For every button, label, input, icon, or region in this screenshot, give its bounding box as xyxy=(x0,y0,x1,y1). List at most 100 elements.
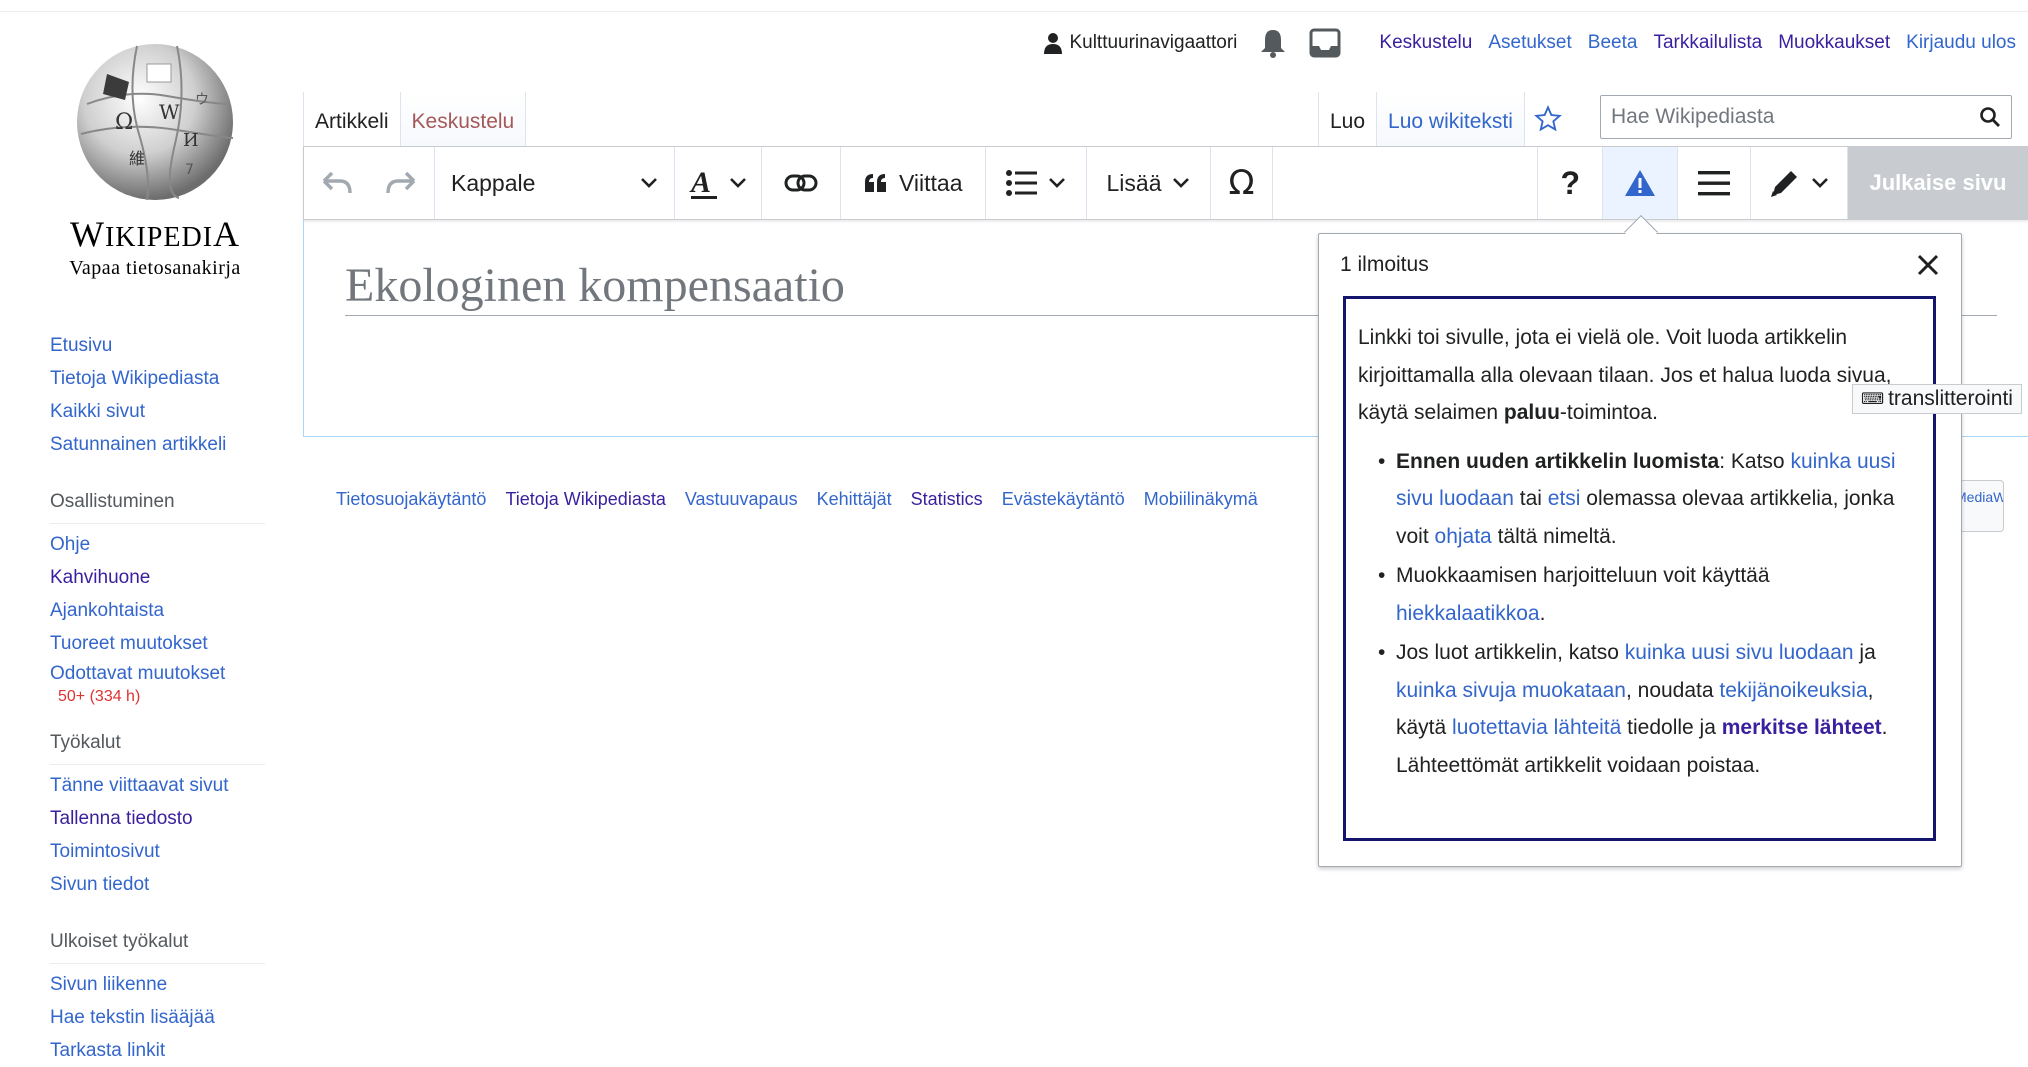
username: Kulttuurinavigaattori xyxy=(1069,32,1238,53)
sidebar-item-find-text-author[interactable]: Hae tekstin lisääjää xyxy=(50,1001,270,1034)
link-search[interactable]: etsi xyxy=(1548,487,1581,510)
notifications-bell-icon[interactable] xyxy=(1259,28,1287,58)
format-dropdown[interactable]: Kappale xyxy=(435,147,675,219)
search-input[interactable]: Hae Wikipediasta xyxy=(1600,95,2012,139)
footer-links: Tietosuojakäytäntö Tietoja Wikipediasta … xyxy=(336,489,1277,510)
list-item: Jos luot artikkelin, katso kuinka uusi s… xyxy=(1358,634,1921,784)
pencil-icon xyxy=(1769,167,1801,199)
sidebar-item-current-events[interactable]: Ajankohtaista xyxy=(50,594,270,627)
close-icon[interactable] xyxy=(1913,250,1943,280)
top-divider xyxy=(0,11,2028,12)
cite-button[interactable]: Viittaa xyxy=(841,147,986,219)
text-style-icon: A xyxy=(689,166,719,200)
link-sandbox[interactable]: hiekkalaatikkoa xyxy=(1396,602,1540,625)
sidebar-item-upload-file[interactable]: Tallenna tiedosto xyxy=(50,802,270,835)
footer-link-cookie[interactable]: Evästekäytäntö xyxy=(1002,489,1125,510)
svg-text:ウ: ウ xyxy=(195,92,209,108)
bullet-list-icon xyxy=(1005,170,1038,196)
sidebar-item-help[interactable]: Ohje xyxy=(50,528,270,561)
notices-button[interactable] xyxy=(1603,147,1678,219)
personal-link-watchlist[interactable]: Tarkkailulista xyxy=(1653,32,1762,54)
list-item: Ennen uuden artikkelin luomista: Katso k… xyxy=(1358,443,1921,556)
link-button[interactable] xyxy=(762,147,841,219)
notice-intro: Linkki toi sivulle, jota ei vielä ole. V… xyxy=(1358,326,1892,424)
personal-link-contributions[interactable]: Muokkaukset xyxy=(1778,32,1890,54)
more-dropdown[interactable]: Lisää xyxy=(1087,147,1211,219)
svg-text:Ω: Ω xyxy=(115,110,133,135)
chevron-down-icon xyxy=(730,178,746,188)
link-redirect[interactable]: ohjata xyxy=(1435,525,1492,548)
footer-link-about[interactable]: Tietoja Wikipediasta xyxy=(505,489,665,510)
wikipedia-logo[interactable]: Ω W И 維 ウ 7 WIKIPEDIA Vapaa tietosanakir… xyxy=(50,34,260,279)
text-style-dropdown[interactable]: A xyxy=(675,147,762,219)
link-reliable-sources[interactable]: luotettavia lähteitä xyxy=(1452,716,1621,739)
footer-link-mobile[interactable]: Mobiilinäkymä xyxy=(1144,489,1258,510)
sidebar-item-special-pages[interactable]: Toimintosivut xyxy=(50,835,270,868)
svg-text:И: И xyxy=(183,130,199,151)
sidebar-item-all-pages[interactable]: Kaikki sivut xyxy=(50,395,270,428)
sidebar-item-main-page[interactable]: Etusivu xyxy=(50,329,270,362)
editor-switch-dropdown[interactable] xyxy=(1751,147,1848,219)
link-how-to-edit[interactable]: kuinka sivuja muokataan xyxy=(1396,679,1626,702)
sidebar-heading-tools: Työkalut xyxy=(50,728,265,765)
link-copyrights[interactable]: tekijänoikeuksia xyxy=(1719,679,1867,702)
help-button[interactable]: ? xyxy=(1538,147,1603,219)
footer-link-privacy[interactable]: Tietosuojakäytäntö xyxy=(336,489,486,510)
more-label: Lisää xyxy=(1106,169,1162,196)
tab-talk[interactable]: Keskustelu xyxy=(400,92,527,146)
cite-label: Viittaa xyxy=(899,169,963,196)
sidebar: Etusivu Tietoja Wikipediasta Kaikki sivu… xyxy=(50,329,270,1067)
sidebar-item-pending-changes[interactable]: Odottavat muutokset xyxy=(50,660,270,688)
svg-text:7: 7 xyxy=(185,162,194,178)
personal-link-beta[interactable]: Beeta xyxy=(1588,32,1638,54)
footer-link-disclaimers[interactable]: Vastuuvapaus xyxy=(685,489,798,510)
sidebar-item-recent-changes[interactable]: Tuoreet muutokset xyxy=(50,627,270,660)
personal-link-talk[interactable]: Keskustelu xyxy=(1379,32,1472,54)
link-how-to-create-page-2[interactable]: kuinka uusi sivu luodaan xyxy=(1625,641,1854,664)
sidebar-item-village-pump[interactable]: Kahvihuone xyxy=(50,561,270,594)
footer-link-statistics[interactable]: Statistics xyxy=(911,489,983,510)
sidebar-item-what-links-here[interactable]: Tänne viittaavat sivut xyxy=(50,769,270,802)
notice-list: Ennen uuden artikkelin luomista: Katso k… xyxy=(1358,443,1921,785)
redo-icon[interactable] xyxy=(384,169,418,197)
namespace-tabs: Artikkeli Keskustelu xyxy=(303,92,527,146)
toolbar-spacer xyxy=(1273,147,1539,219)
chevron-down-icon xyxy=(641,178,657,188)
notices-tray-icon[interactable] xyxy=(1309,28,1341,58)
tab-article[interactable]: Artikkeli xyxy=(303,92,401,146)
list-dropdown[interactable] xyxy=(986,147,1087,219)
sidebar-item-random[interactable]: Satunnainen artikkeli xyxy=(50,428,270,461)
chevron-down-icon xyxy=(1812,178,1828,188)
sidebar-heading-external-tools: Ulkoiset työkalut xyxy=(50,927,265,964)
wikipedia-tagline: Vapaa tietosanakirja xyxy=(69,257,241,279)
page-title-input[interactable]: Ekologinen kompensaatio xyxy=(345,258,845,313)
sidebar-item-check-links[interactable]: Tarkasta linkit xyxy=(50,1034,270,1067)
special-character-button[interactable]: Ω xyxy=(1211,147,1274,219)
user-page-link[interactable]: Kulttuurinavigaattori xyxy=(1043,32,1237,54)
transliteration-label: translitterointi xyxy=(1888,387,2013,410)
history-group xyxy=(304,147,435,219)
personal-link-preferences[interactable]: Asetukset xyxy=(1488,32,1571,54)
watch-star-icon[interactable] xyxy=(1523,92,1572,146)
quote-icon xyxy=(863,172,889,194)
alert-icon xyxy=(1623,168,1657,198)
keyboard-icon: ⌨ xyxy=(1861,391,1885,408)
sidebar-item-about[interactable]: Tietoja Wikipediasta xyxy=(50,362,270,395)
publish-button[interactable]: Julkaise sivu xyxy=(1848,147,2028,219)
tab-create[interactable]: Luo xyxy=(1318,92,1377,146)
tab-create-source[interactable]: Luo wikiteksti xyxy=(1376,92,1524,146)
user-icon xyxy=(1044,33,1063,54)
undo-icon[interactable] xyxy=(320,169,354,197)
personal-link-logout[interactable]: Kirjaudu ulos xyxy=(1906,32,2016,54)
sidebar-item-page-traffic[interactable]: Sivun liikenne xyxy=(50,968,270,1001)
footer-link-developers[interactable]: Kehittäjät xyxy=(817,489,892,510)
chevron-down-icon xyxy=(1048,178,1065,188)
puzzle-globe-icon: Ω W И 維 ウ 7 xyxy=(77,44,234,201)
help-icon: ? xyxy=(1560,164,1580,201)
transliteration-toggle[interactable]: ⌨ translitterointi xyxy=(1852,384,2022,414)
page-options-button[interactable] xyxy=(1678,147,1751,219)
search-icon[interactable] xyxy=(1979,106,2001,128)
link-cite-sources[interactable]: merkitse lähteet xyxy=(1722,716,1882,739)
sidebar-item-page-info[interactable]: Sivun tiedot xyxy=(50,868,270,901)
list-item: Muokkaamisen harjoitteluun voit käyttää … xyxy=(1358,557,1921,632)
